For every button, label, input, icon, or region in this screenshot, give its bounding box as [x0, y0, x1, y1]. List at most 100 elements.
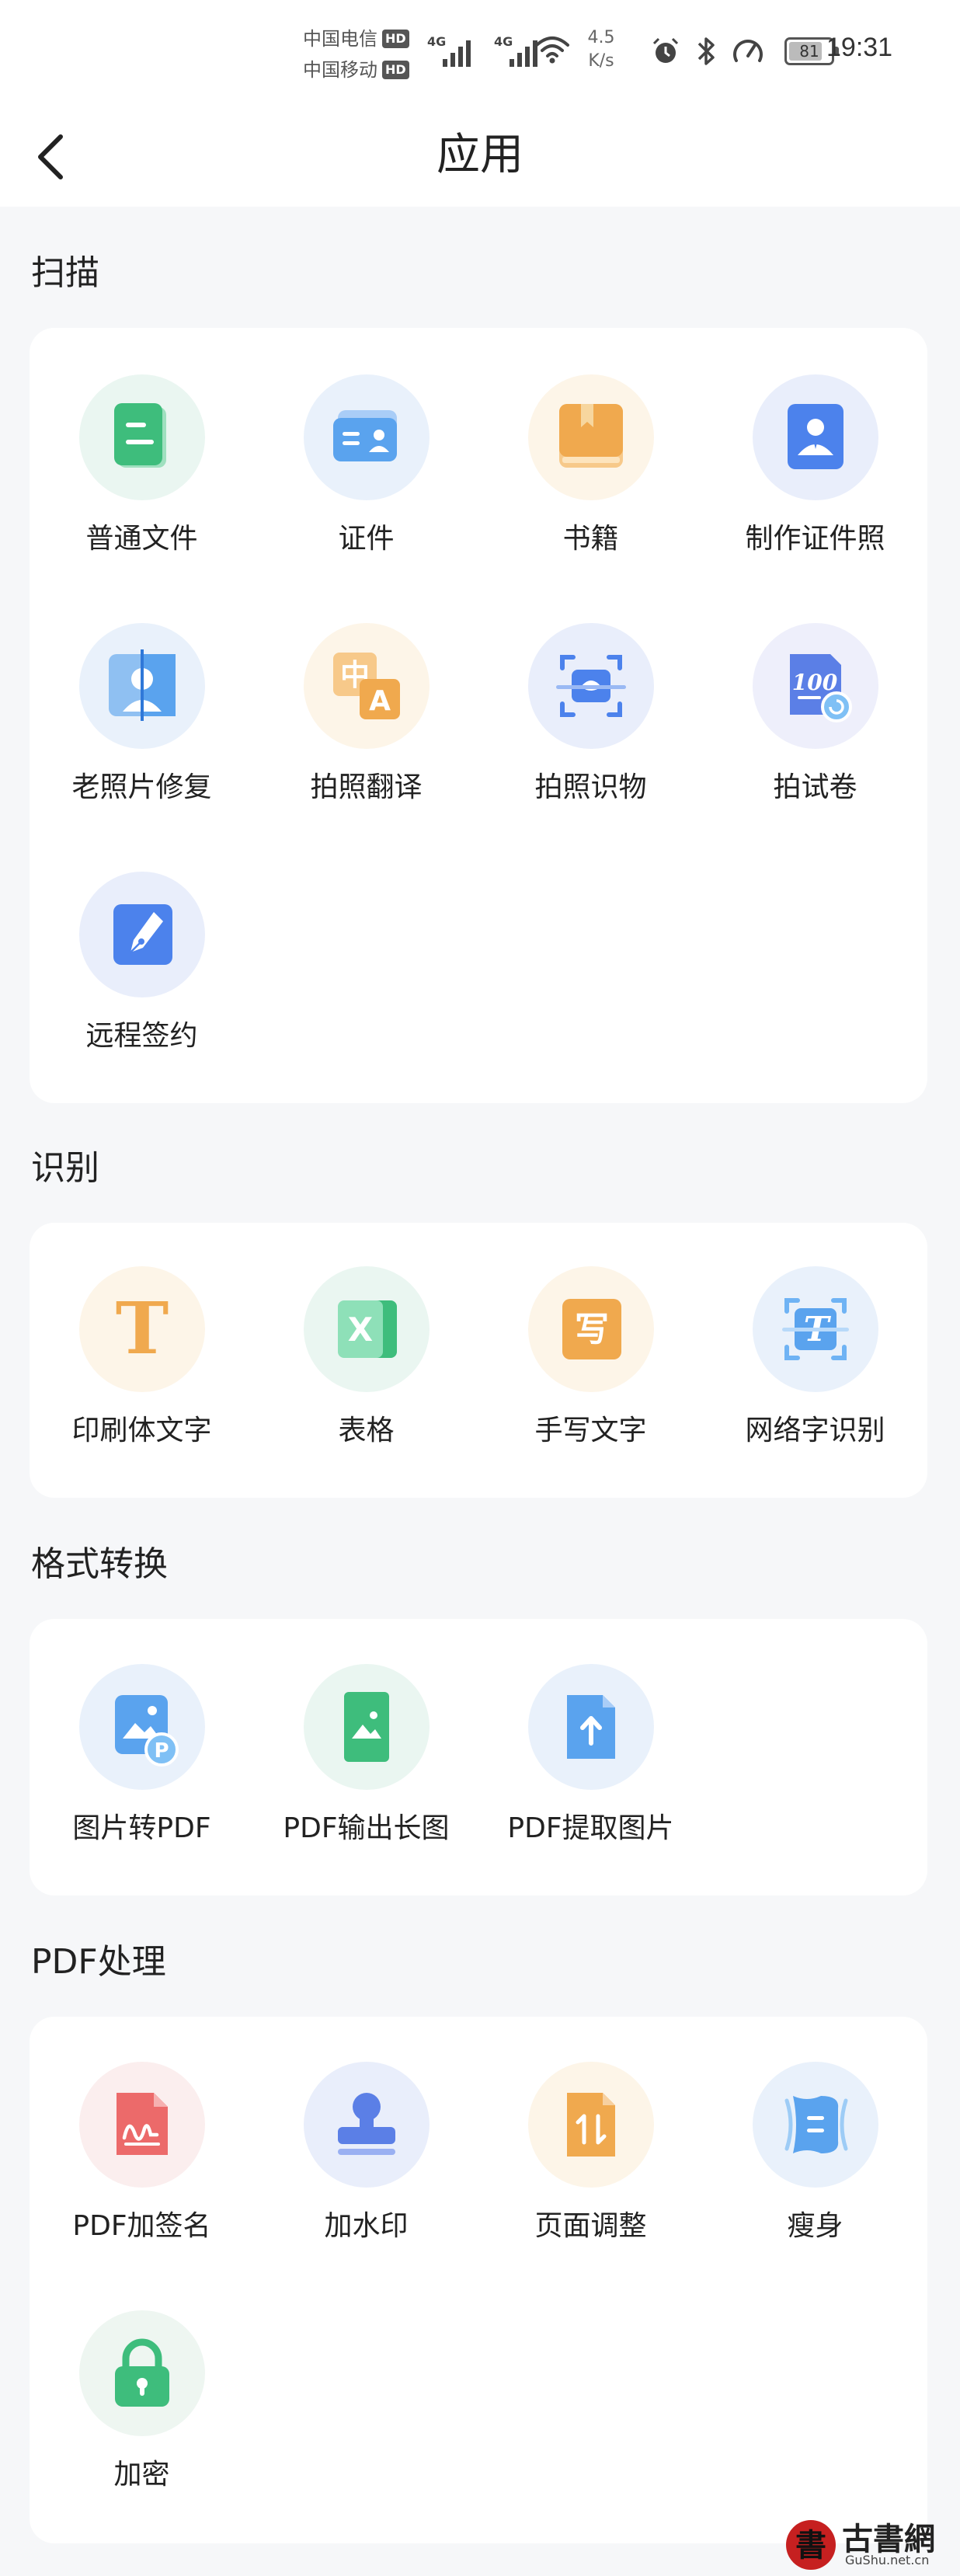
watermark-url: GuShu.net.cn	[845, 2553, 930, 2567]
app-label: 表格	[338, 1415, 395, 1446]
document-icon	[79, 374, 205, 500]
network-speed: 4.5 K/s	[579, 26, 623, 73]
app-item[interactable]: 加密	[30, 2310, 254, 2559]
app-item[interactable]: 页面调整	[478, 2062, 703, 2310]
speed-unit: K/s	[588, 51, 614, 71]
image-to-pdf-icon: P	[79, 1664, 205, 1790]
carrier-mobile: 中国移动	[303, 59, 377, 81]
app-item[interactable]: T 印刷体文字	[30, 1266, 254, 1515]
app-label: 制作证件照	[745, 523, 885, 555]
site-watermark: 書 古書網 GuShu.net.cn	[780, 2514, 960, 2576]
app-label: 证件	[338, 523, 395, 555]
app-label: 手写文字	[534, 1415, 647, 1446]
svg-text:100: 100	[792, 670, 838, 695]
app-label: 网络字识别	[745, 1415, 885, 1446]
pdf-long-image-icon	[304, 1664, 430, 1790]
app-item[interactable]: P 图片转PDF	[30, 1664, 254, 1913]
app-label: 印刷体文字	[71, 1415, 212, 1446]
data-saver-icon	[733, 40, 763, 62]
app-item[interactable]: 瘦身	[703, 2062, 927, 2310]
app-label: 老照片修复	[71, 771, 212, 803]
app-label: PDF加签名	[72, 2210, 211, 2242]
app-item[interactable]: 加水印	[254, 2062, 478, 2310]
svg-text:写: 写	[575, 1310, 609, 1349]
watermark-stamp-icon	[304, 2062, 430, 2188]
test-paper-icon: 100	[753, 623, 878, 749]
app-label: 页面调整	[534, 2210, 647, 2242]
app-item[interactable]: 远程签约	[30, 872, 254, 1120]
page-title: 应用	[437, 130, 523, 180]
app-item[interactable]: PDF输出长图	[254, 1664, 478, 1913]
app-label: 普通文件	[85, 523, 198, 555]
svg-text:T: T	[116, 1286, 169, 1370]
seal-logo-icon: 書	[786, 2520, 836, 2570]
hd-badge: HD	[382, 61, 409, 79]
app-item[interactable]: T 网络字识别	[703, 1266, 927, 1515]
section-card-pdf: PDF加签名 加水印 页面调整 瘦身 加密	[30, 2017, 927, 2543]
signal-icon: 4G	[427, 31, 477, 70]
page-adjust-icon	[528, 2062, 654, 2188]
battery-percent: 81	[799, 42, 819, 61]
section-title-pdf: PDF处理	[31, 1942, 166, 1982]
app-label: 瘦身	[787, 2210, 843, 2242]
app-label: 远程签约	[85, 1020, 198, 1052]
app-item[interactable]: X 表格	[254, 1266, 478, 1515]
app-item[interactable]: 证件	[254, 374, 478, 623]
app-item[interactable]: 制作证件照	[703, 374, 927, 623]
clock: 19:31	[826, 33, 893, 62]
print-text-icon: T	[79, 1266, 205, 1392]
section-title-scan: 扫描	[31, 253, 99, 293]
system-icons: 81	[651, 36, 839, 67]
photo-restore-icon	[79, 623, 205, 749]
app-item[interactable]: PDF加签名	[30, 2062, 254, 2310]
app-item[interactable]: 写 手写文字	[478, 1266, 703, 1515]
app-label: 书籍	[562, 523, 619, 555]
app-label: PDF输出长图	[283, 1812, 450, 1844]
book-icon	[528, 374, 654, 500]
id-card-icon	[304, 374, 430, 500]
svg-text:書: 書	[795, 2527, 826, 2564]
pdf-signature-icon	[79, 2062, 205, 2188]
app-label: 拍照翻译	[310, 771, 423, 803]
id-photo-icon	[753, 374, 878, 500]
object-recognition-icon	[528, 623, 654, 749]
network-text-icon: T	[753, 1266, 878, 1392]
section-title-recognition: 识别	[31, 1148, 99, 1188]
carrier-telecom: 中国电信	[303, 28, 377, 50]
pdf-extract-image-icon	[528, 1664, 654, 1790]
signal-indicators: 4G 4G	[427, 31, 544, 70]
pen-sign-icon	[79, 872, 205, 997]
bluetooth-icon	[697, 37, 715, 65]
hd-badge: HD	[382, 30, 409, 48]
app-label: 拍照识物	[534, 771, 647, 803]
status-bar: 中国电信 HD 中国移动 HD 4G 4G 4.5 K/s 81 19:31	[0, 0, 960, 106]
alarm-icon	[652, 37, 679, 63]
app-item[interactable]: 书籍	[478, 374, 703, 623]
app-item[interactable]: 100 拍试卷	[703, 623, 927, 872]
app-item[interactable]: PDF提取图片	[478, 1664, 703, 1913]
section-title-conversion: 格式转换	[31, 1544, 168, 1584]
app-item[interactable]: 拍照识物	[478, 623, 703, 872]
translate-icon: 中 A	[304, 623, 430, 749]
carrier-info: 中国电信 HD 中国移动 HD	[303, 23, 427, 85]
app-item[interactable]: 中 A 拍照翻译	[254, 623, 478, 872]
app-page: 中国电信 HD 中国移动 HD 4G 4G 4.5 K/s 81 19:31 应…	[0, 0, 960, 2576]
handwriting-icon: 写	[528, 1266, 654, 1392]
lock-icon	[79, 2310, 205, 2436]
app-header: 应用	[0, 106, 960, 207]
app-item[interactable]: 普通文件	[30, 374, 254, 623]
app-label: 拍试卷	[773, 771, 857, 803]
excel-icon: X	[304, 1266, 430, 1392]
section-card-recognition: T 印刷体文字 X 表格 写 手写文字 T 网络字识别	[30, 1223, 927, 1498]
wifi-icon	[535, 37, 569, 64]
svg-text:A: A	[369, 685, 391, 717]
svg-text:P: P	[154, 1739, 169, 1763]
app-item[interactable]: 老照片修复	[30, 623, 254, 872]
app-label: 图片转PDF	[72, 1812, 211, 1844]
svg-text:X: X	[348, 1311, 373, 1349]
app-label: PDF提取图片	[507, 1812, 674, 1844]
section-card-conversion: P 图片转PDF PDF输出长图 PDF提取图片	[30, 1619, 927, 1895]
compress-icon	[753, 2062, 878, 2188]
section-card-scan: 普通文件 证件 书籍 制作证件照 老照片修复 中 A 拍照翻译 拍照识物 100…	[30, 328, 927, 1103]
app-label: 加水印	[324, 2210, 409, 2242]
